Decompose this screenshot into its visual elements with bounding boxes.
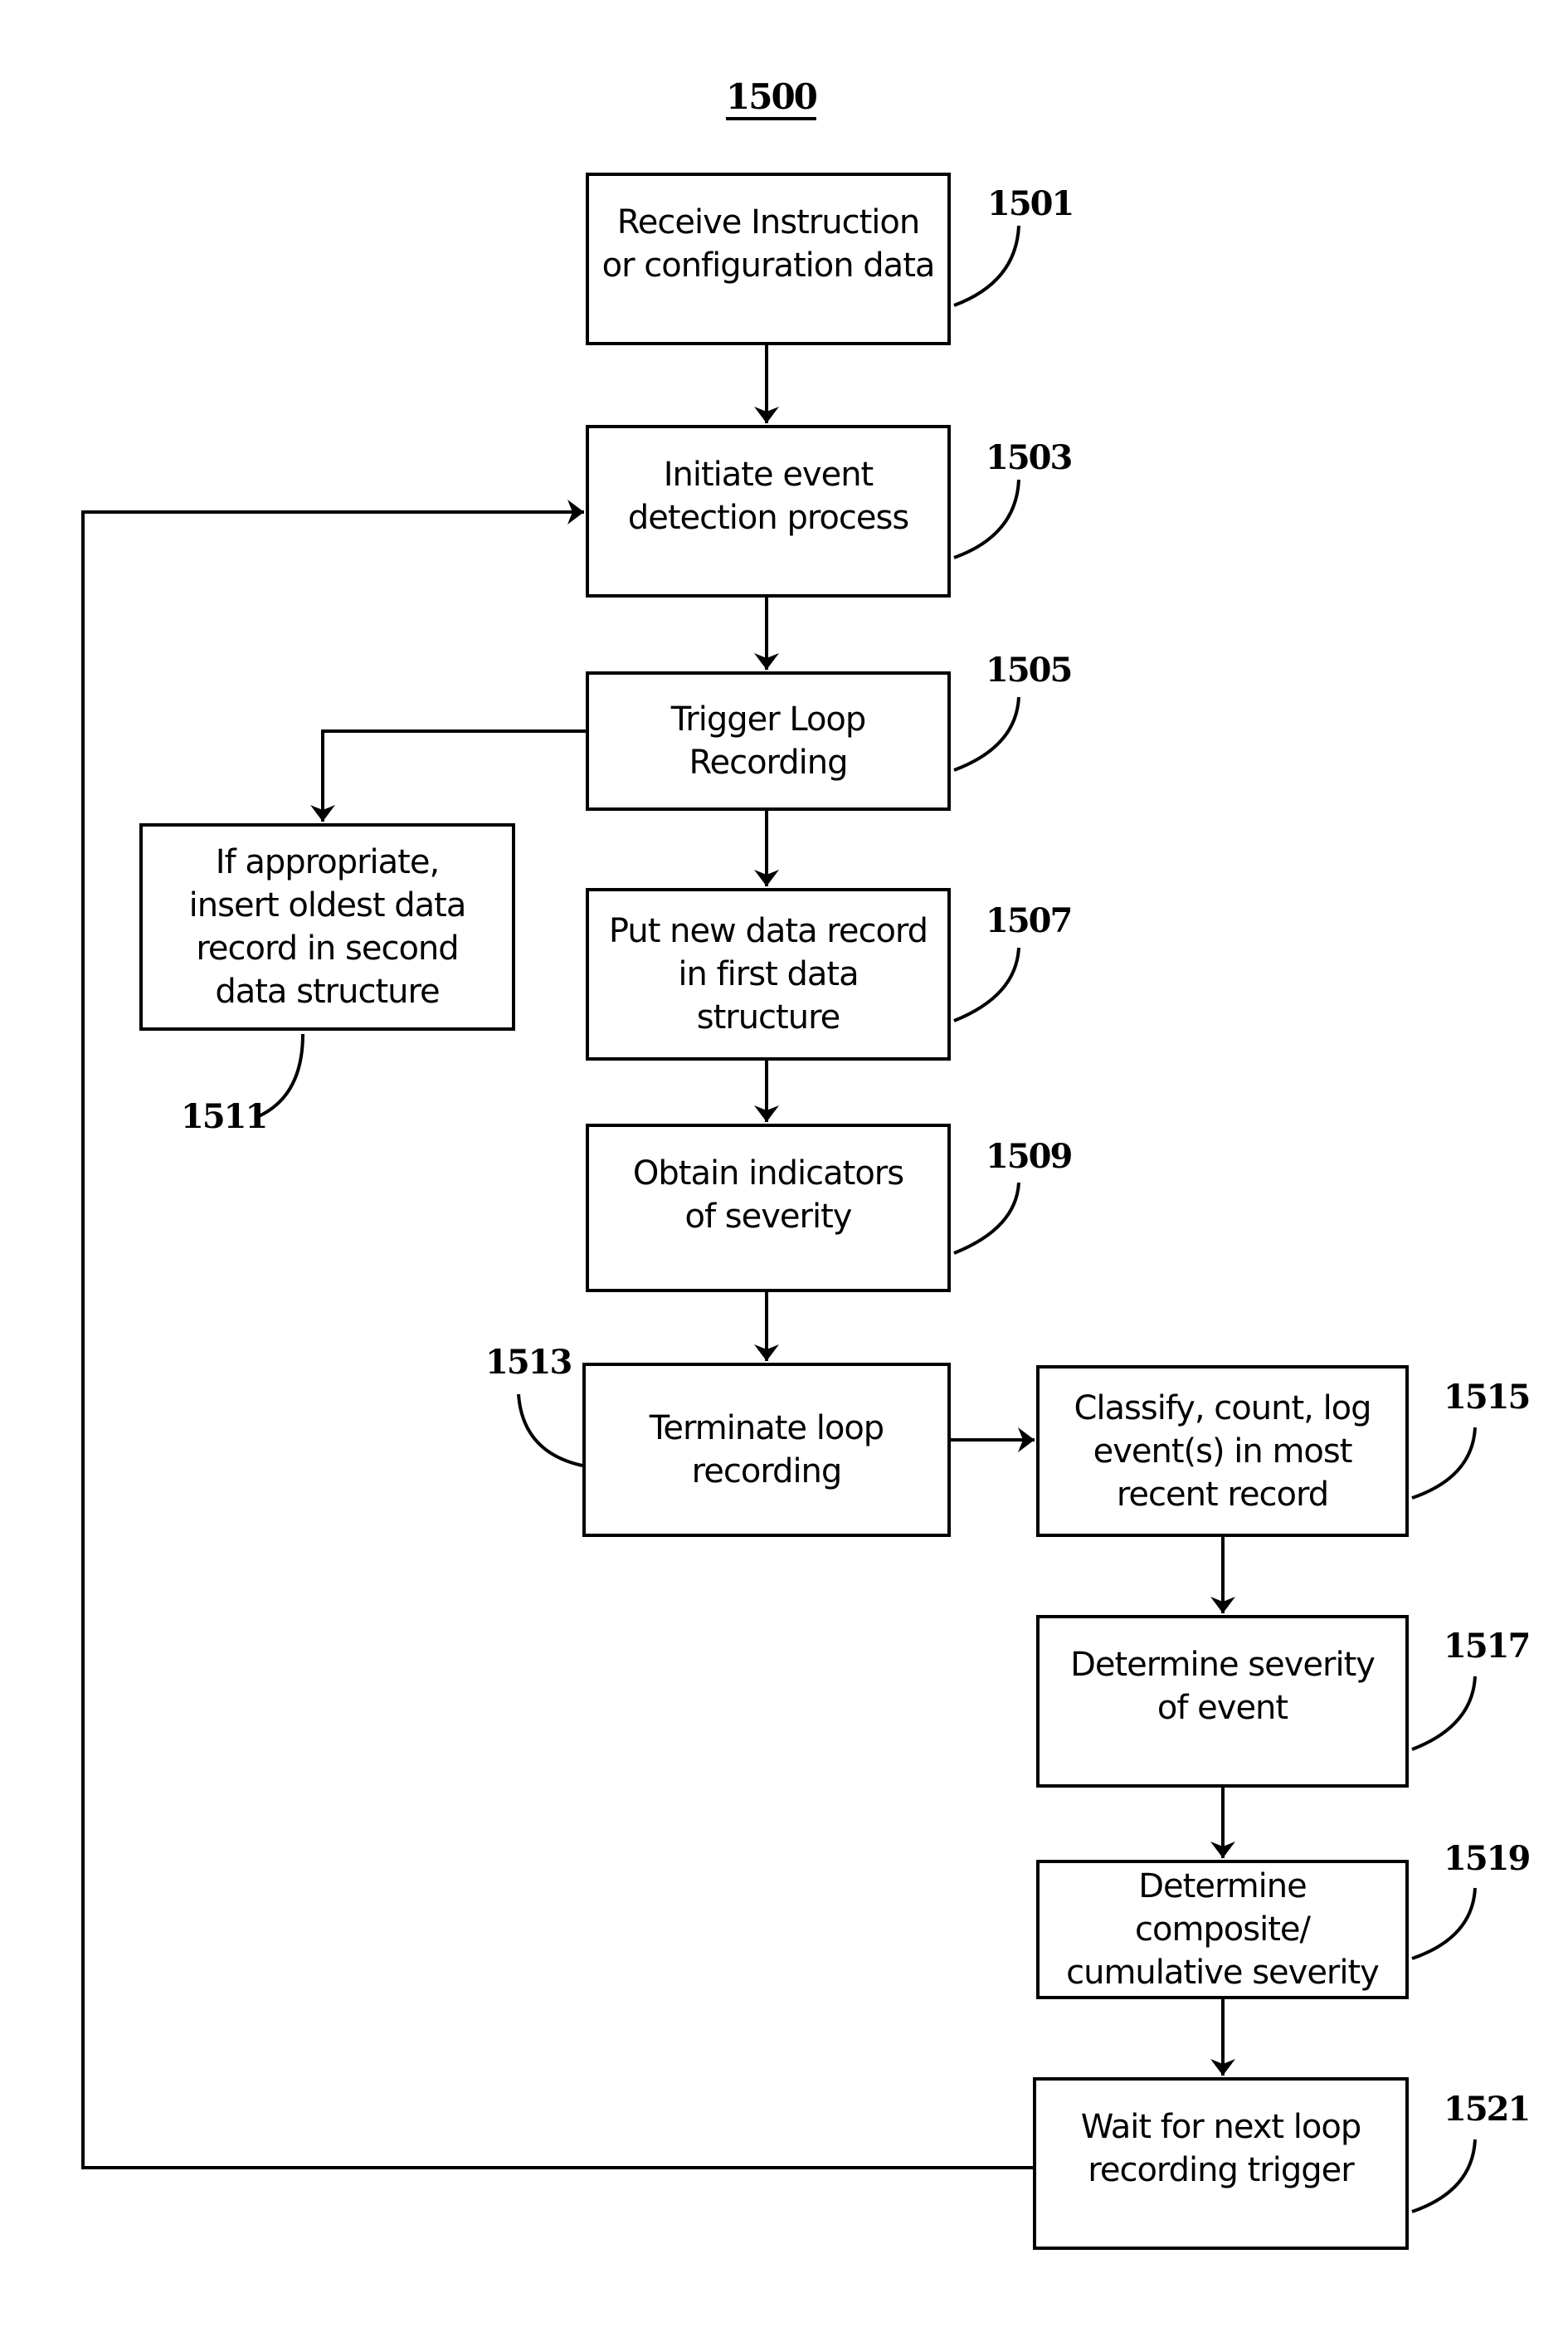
step-1509-box: Obtain indicators of severity [586,1124,951,1292]
step-1501-box: Receive Instruction or configuration dat… [586,173,951,345]
step-1517-text: Determine severity of event [1070,1646,1376,1727]
leader-1515 [1411,1427,1477,1500]
step-1517-box: Determine severity of event [1036,1615,1409,1788]
step-1521-box: Wait for next loop recording trigger [1033,2077,1409,2250]
leader-1509 [953,1182,1020,1255]
leader-1503 [953,479,1020,559]
leader-1513 [517,1393,583,1467]
step-1515-text: Classify, count, log event(s) in most re… [1074,1388,1371,1514]
leader-1507 [953,947,1020,1022]
arrow-1505-to-1511 [310,729,586,822]
leader-1521 [1411,2139,1477,2213]
leader-1519 [1411,1887,1477,1960]
step-1507-box: Put new data record in first data struct… [586,888,951,1061]
ref-1501: 1501 [987,184,1074,223]
step-1513-text: Terminate loop recording [649,1409,884,1490]
ref-1505: 1505 [986,651,1073,690]
step-1501-text: Receive Instruction or configuration dat… [601,203,936,285]
leader-1501 [953,225,1020,307]
ref-1519: 1519 [1444,1839,1531,1878]
step-1507-text: Put new data record in first data struct… [608,912,928,1037]
step-1521-text: Wait for next loop recording trigger [1080,2108,1362,2189]
ref-1513: 1513 [485,1343,572,1382]
step-1509-text: Obtain indicators of severity [632,1154,904,1236]
step-1519-text: Determine composite/ cumulative severity [1066,1867,1380,1992]
step-1515-box: Classify, count, log event(s) in most re… [1036,1365,1409,1537]
step-1511-box: If appropriate, insert oldest data recor… [139,823,515,1031]
ref-1511: 1511 [181,1097,268,1136]
step-1505-text: Trigger Loop Recording [670,700,867,782]
step-1519-box: Determine composite/ cumulative severity [1036,1860,1409,1999]
step-1511-text: If appropriate, insert oldest data recor… [188,843,467,1011]
step-1503-box: Initiate event detection process [586,425,951,598]
leader-1517 [1411,1676,1477,1751]
ref-1503: 1503 [986,438,1073,477]
step-1513-box: Terminate loop recording [582,1363,951,1537]
ref-1515: 1515 [1444,1378,1531,1417]
ref-1517: 1517 [1444,1627,1531,1666]
ref-1509: 1509 [986,1137,1073,1176]
step-1505-box: Trigger Loop Recording [586,671,951,811]
ref-1521: 1521 [1444,2090,1531,2129]
ref-1507: 1507 [986,901,1073,940]
leader-1505 [953,696,1020,772]
figure-number: 1500 [726,76,818,117]
step-1503-text: Initiate event detection process [627,456,909,537]
